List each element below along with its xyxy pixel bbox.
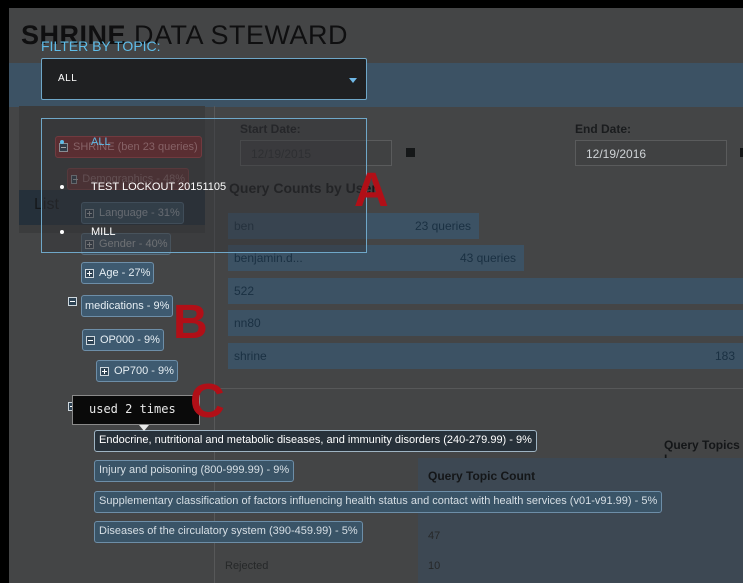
tree-node-op700[interactable]: OP700 - 9% — [96, 360, 178, 382]
user-bar-label: shrine — [234, 349, 267, 363]
table-cell: 10 — [428, 560, 441, 572]
expand-icon[interactable] — [100, 366, 109, 376]
tree-node-label: Age - 27% — [99, 267, 151, 279]
tree-node-age[interactable]: Age - 27% — [81, 262, 155, 284]
tooltip-text: used 2 times — [89, 402, 176, 416]
category-node[interactable]: Injury and poisoning (800-999.99) - 9% — [94, 460, 295, 482]
tree-node-op000[interactable]: OP000 - 9% — [82, 329, 164, 351]
category-node[interactable]: Endocrine, nutritional and metabolic dis… — [94, 430, 537, 452]
usage-tooltip: used 2 times — [72, 395, 200, 431]
collapse-icon[interactable] — [68, 297, 77, 306]
user-bar: 522 — [228, 278, 743, 304]
user-bar: nn80 — [228, 310, 743, 336]
table-cell: Rejected — [225, 560, 269, 572]
category-node[interactable]: Diseases of the circulatory system (390-… — [94, 521, 363, 543]
tree-node-label: OP000 - 9% — [100, 334, 160, 346]
topic-options-list: ALL TEST LOCKOUT 20151105 MILL — [41, 118, 367, 253]
table-cell: 47 — [428, 530, 441, 542]
collapse-icon[interactable] — [86, 335, 95, 345]
end-date-input[interactable]: 12/19/2016 — [575, 140, 727, 166]
user-bar-label: benjamin.d... — [234, 251, 303, 265]
annotation-letter: B — [173, 296, 208, 349]
tooltip-arrow — [139, 425, 149, 431]
divider — [215, 388, 743, 389]
topic-option[interactable]: MILL — [42, 224, 362, 242]
topics-table-header: Query Topic Count — [428, 469, 536, 483]
user-bar-value: 43 queries — [459, 251, 516, 265]
topic-select[interactable]: ALL — [41, 58, 367, 100]
topic-option[interactable]: TEST LOCKOUT 20151105 — [42, 179, 362, 197]
tree-node-label: OP700 - 9% — [114, 365, 174, 377]
expand-icon[interactable] — [85, 268, 94, 278]
screen: SHRINE DATA STEWARD List Start Date: 12/… — [9, 8, 743, 583]
user-bar-value: 183 — [714, 349, 735, 363]
topic-option-label: MILL — [91, 226, 116, 238]
user-bar-label: nn80 — [234, 316, 261, 330]
topic-option-label: ALL — [91, 136, 111, 148]
tree-node-label: medications - 9% — [85, 300, 170, 312]
user-bar: shrine 183 — [228, 343, 743, 369]
user-bar-value: 23 queries — [414, 219, 471, 233]
category-node[interactable]: Supplementary classification of factors … — [94, 491, 663, 513]
topic-option[interactable]: ALL — [42, 134, 362, 152]
topic-option-label: TEST LOCKOUT 20151105 — [91, 181, 227, 193]
annotation-letter: A — [354, 164, 389, 217]
user-bar-label: 522 — [234, 284, 255, 298]
end-date-label: End Date: — [575, 122, 632, 136]
calendar-icon[interactable] — [406, 148, 415, 157]
caret-down-icon[interactable] — [349, 78, 357, 83]
bullet-icon — [60, 140, 64, 144]
annotation-letter: C — [190, 375, 225, 428]
bullet-icon — [60, 230, 64, 234]
topic-select-value: ALL — [58, 73, 78, 84]
tree-node-medications[interactable]: medications - 9% — [81, 295, 174, 317]
filter-title: FILTER BY TOPIC: — [41, 38, 161, 54]
bullet-icon — [60, 185, 64, 189]
